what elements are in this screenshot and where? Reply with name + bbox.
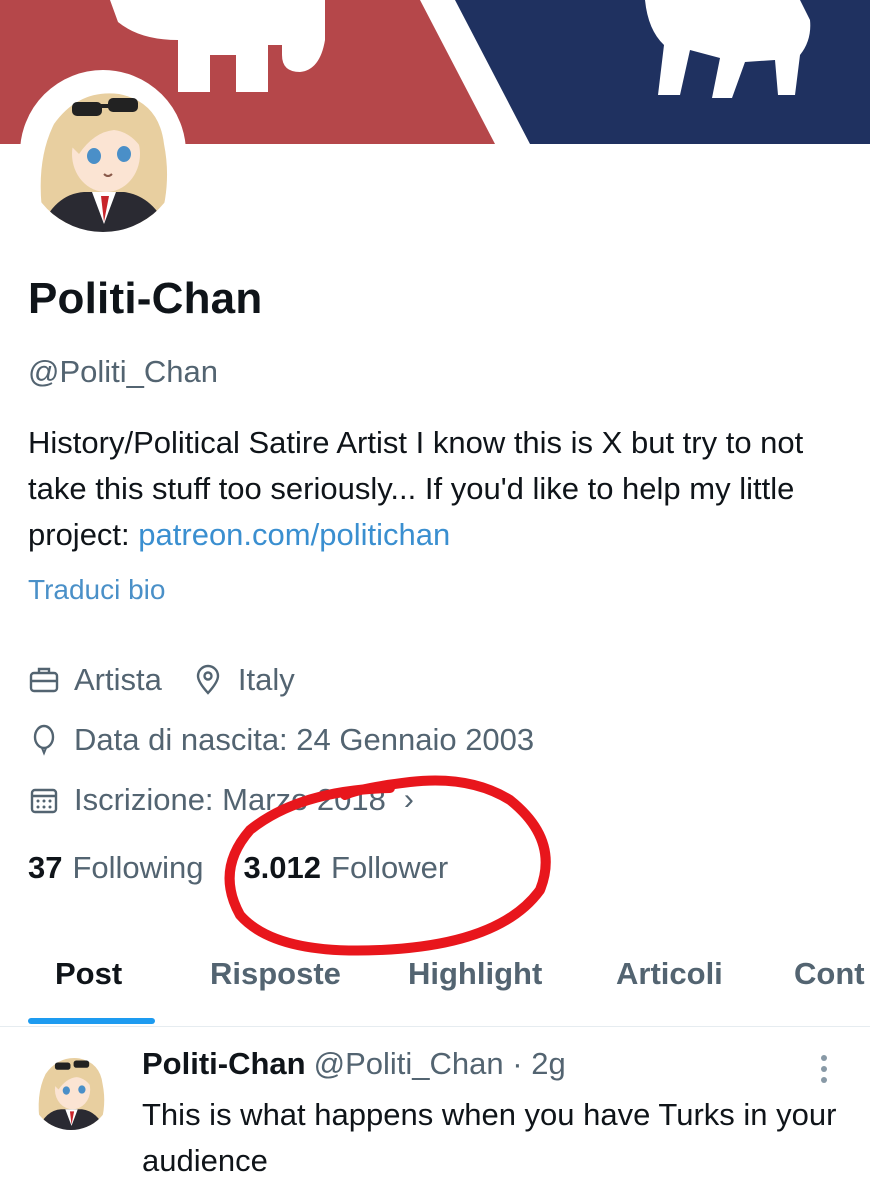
followers-label: Follower bbox=[331, 850, 449, 885]
tab-articoli[interactable]: Articoli bbox=[616, 956, 723, 992]
tab-contenuti[interactable]: Cont bbox=[794, 956, 865, 992]
tab-post[interactable]: Post bbox=[55, 956, 122, 992]
post-time[interactable]: 2g bbox=[531, 1046, 565, 1081]
post-separator: · bbox=[512, 1046, 523, 1081]
joined-text: Iscrizione: Marzo 2018 bbox=[74, 782, 386, 817]
post-author-handle[interactable]: @Politi_Chan bbox=[314, 1046, 504, 1081]
birth-date-text: Data di nascita: 24 Gennaio 2003 bbox=[74, 722, 535, 757]
calendar-icon bbox=[28, 784, 60, 816]
post-item[interactable]: Politi-Chan @Politi_Chan · 2g This is wha… bbox=[0, 1026, 870, 1200]
profile-meta-birth: Data di nascita: 24 Gennaio 2003 bbox=[28, 722, 534, 758]
profile-avatar[interactable] bbox=[20, 70, 186, 236]
post-text: This is what happens when you have Turks… bbox=[142, 1097, 837, 1178]
briefcase-icon bbox=[28, 664, 60, 696]
following-label: Following bbox=[72, 850, 204, 885]
following-link[interactable]: 37 Following bbox=[28, 850, 203, 886]
active-tab-indicator bbox=[28, 1018, 155, 1024]
post-author-name[interactable]: Politi-Chan bbox=[142, 1046, 306, 1081]
tab-risposte[interactable]: Risposte bbox=[210, 956, 341, 992]
more-vertical-icon[interactable] bbox=[812, 1050, 836, 1090]
followers-link[interactable]: 3.012 Follower bbox=[243, 850, 448, 886]
location-text: Italy bbox=[237, 662, 295, 697]
profile-meta-joined[interactable]: Iscrizione: Marzo 2018 › bbox=[28, 782, 414, 818]
post-author-avatar[interactable] bbox=[30, 1048, 112, 1130]
profile-bio: History/Political Satire Artist I know t… bbox=[28, 420, 858, 558]
balloon-icon bbox=[28, 724, 60, 756]
profile-tabs: Post Risposte Highlight Articoli Cont bbox=[0, 940, 870, 1027]
follow-counts: 37 Following 3.012 Follower bbox=[28, 850, 448, 886]
profile-handle: @Politi_Chan bbox=[28, 354, 219, 389]
profession-text: Artista bbox=[74, 662, 162, 697]
followers-count: 3.012 bbox=[243, 850, 322, 885]
bio-link[interactable]: patreon.com/politichan bbox=[138, 517, 450, 552]
translate-bio-link[interactable]: Traduci bio bbox=[28, 574, 165, 606]
profile-meta-work-location: Artista Italy bbox=[28, 662, 295, 698]
following-count: 37 bbox=[28, 850, 63, 885]
chevron-right-icon[interactable]: › bbox=[404, 783, 414, 817]
tab-highlight[interactable]: Highlight bbox=[408, 956, 542, 992]
profile-name: Politi-Chan bbox=[28, 274, 263, 323]
post-header: Politi-Chan @Politi_Chan · 2g bbox=[142, 1046, 566, 1082]
location-pin-icon bbox=[192, 664, 224, 696]
